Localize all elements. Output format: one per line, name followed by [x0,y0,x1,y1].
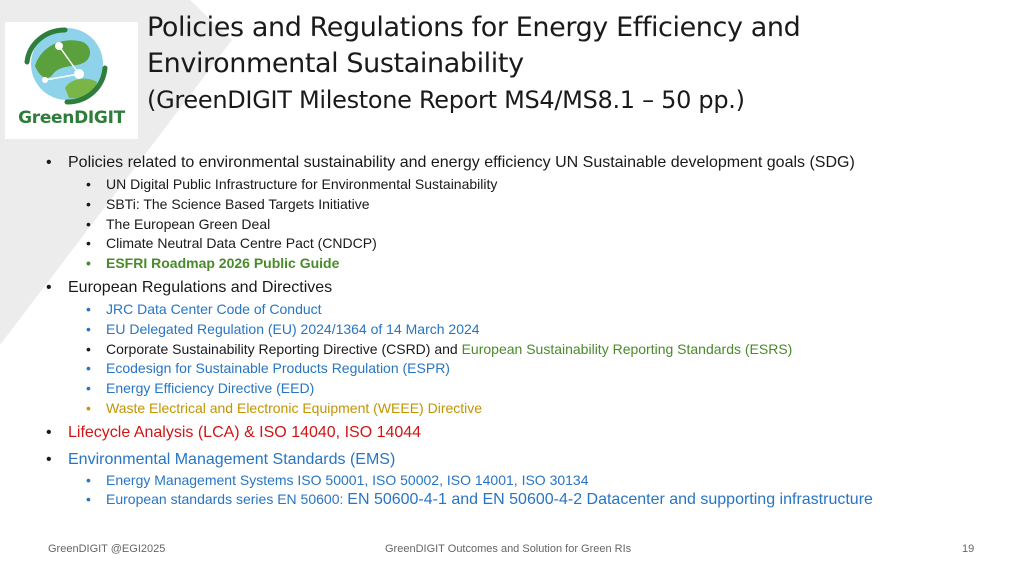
bullet-eu-regulations: European Regulations and Directives [46,279,332,297]
page-number: 19 [962,543,975,555]
en50600-detail: EN 50600-4-1 and EN 50600-4-2 Datacenter… [347,491,873,508]
globe-icon [24,27,108,105]
sub-bullet-esfri[interactable]: ESFRI Roadmap 2026 Public Guide [86,255,339,271]
sub-bullet-green-deal: The European Green Deal [86,216,270,232]
sub-bullet-weee[interactable]: Waste Electrical and Electronic Equipmen… [86,400,482,416]
title-line-1: Policies and Regulations for Energy Effi… [147,12,801,43]
sub-bullet-eed[interactable]: Energy Efficiency Directive (EED) [86,380,314,396]
footer-left: GreenDIGIT @EGI2025 [48,543,166,555]
sub-bullet-eu-delegated[interactable]: EU Delegated Regulation (EU) 2024/1364 o… [86,321,480,337]
sub-bullet-sbti: SBTi: The Science Based Targets Initiati… [86,196,370,212]
en50600-label: European standards series EN 50600: [106,491,344,507]
sub-bullet-csrd: Corporate Sustainability Reporting Direc… [86,341,793,357]
bullet-policies: Policies related to environmental sustai… [46,154,855,172]
title-subtitle: (GreenDIGIT Milestone Report MS4/MS8.1 –… [147,86,745,114]
greendigit-logo: GreenDIGIT [5,22,138,139]
bullet-lca[interactable]: Lifecycle Analysis (LCA) & ISO 14040, IS… [46,424,421,442]
sub-bullet-espr[interactable]: Ecodesign for Sustainable Products Regul… [86,360,450,376]
slide-title: Policies and Regulations for Energy Effi… [147,10,1007,118]
sub-bullet-cndcp: Climate Neutral Data Centre Pact (CNDCP) [86,235,377,251]
footer-center: GreenDIGIT Outcomes and Solution for Gre… [385,543,632,555]
bullet-ems[interactable]: Environmental Management Standards (EMS) [46,451,395,469]
sub-bullet-jrc[interactable]: JRC Data Center Code of Conduct [86,301,322,317]
sub-bullet-en50600[interactable]: European standards series EN 50600: EN 5… [86,491,873,509]
logo-text: GreenDIGIT [18,108,125,128]
sub-bullet-un-dpi: UN Digital Public Infrastructure for Env… [86,176,497,192]
esrs-link[interactable]: European Sustainability Reporting Standa… [462,341,793,357]
title-line-2: Environmental Sustainability [147,48,524,79]
csrd-text: Corporate Sustainability Reporting Direc… [106,341,458,357]
sub-bullet-energy-mgmt[interactable]: Energy Management Systems ISO 50001, ISO… [86,472,588,488]
